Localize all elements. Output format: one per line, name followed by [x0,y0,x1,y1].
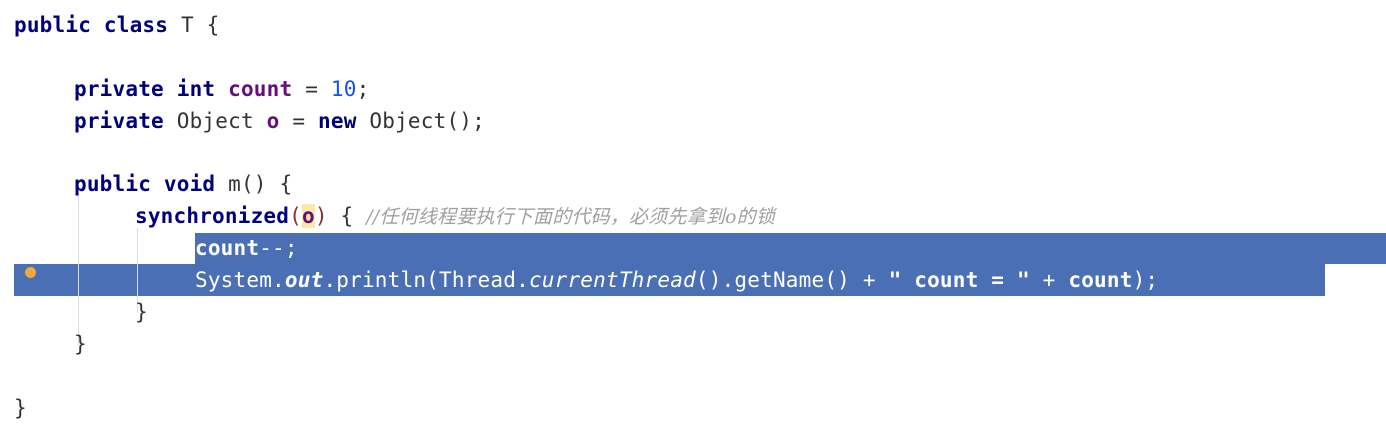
keyword: synchronized [135,204,290,228]
code-line[interactable]: private int count = 10; [74,74,369,104]
field-name: o [301,204,315,228]
operator: + [1029,268,1069,292]
keyword: public [14,13,92,37]
paren: ) [314,204,328,228]
operator: = [292,109,306,133]
operator: = [305,77,319,101]
keyword: int [176,77,216,101]
code-line[interactable]: } [135,297,148,327]
number-literal: 10 [330,77,357,101]
code-line[interactable]: public void m() { [74,169,292,199]
code-editor[interactable]: public class T { private int count = 10;… [0,0,1386,443]
method-signature: m() [228,172,267,196]
indent-guide [78,195,79,345]
operator: --; [259,236,298,260]
breakpoint-marker-icon[interactable] [25,267,36,278]
code-line[interactable]: } [14,393,27,423]
brace: } [135,300,148,324]
field-name: count [228,77,293,101]
static-field: out [284,268,324,292]
brace: { [279,172,293,196]
type-name: Object [176,109,254,133]
constructor-call: Object(); [369,109,485,133]
field-name: o [266,109,280,133]
brace: { [206,13,220,37]
keyword: public [74,172,152,196]
paren: ( [289,204,302,228]
code-line[interactable]: } [74,329,87,359]
code-line[interactable]: public class T { [14,10,220,40]
keyword: class [103,13,169,37]
static-method: currentThread [528,268,696,292]
code-comment: //任何线程要执行下面的代码，必须先拿到o的锁 [366,206,776,228]
code-text: ().getName() + [695,268,889,292]
code-text: ); [1132,268,1159,292]
keyword: private [74,77,164,101]
brace: { [340,204,354,228]
field-name: count [1068,268,1133,292]
brace: } [14,396,27,420]
code-line[interactable]: synchronized(o) { //任何线程要执行下面的代码，必须先拿到o的… [135,201,775,231]
code-line[interactable]: System.out.println(Thread.currentThread(… [195,265,1158,295]
string-literal: " count = " [888,268,1030,292]
keyword: void [163,172,216,196]
code-text: System. [195,268,285,292]
field-name: count [195,236,260,260]
semicolon: ; [356,77,370,101]
keyword: private [74,109,164,133]
brace: } [74,332,87,356]
selection-highlight [195,233,1386,264]
code-line[interactable]: count--; [195,233,298,263]
keyword: new [318,109,357,133]
code-line[interactable]: private Object o = new Object(); [74,106,485,136]
code-text: .println(Thread. [323,268,529,292]
class-name: T [180,13,194,37]
